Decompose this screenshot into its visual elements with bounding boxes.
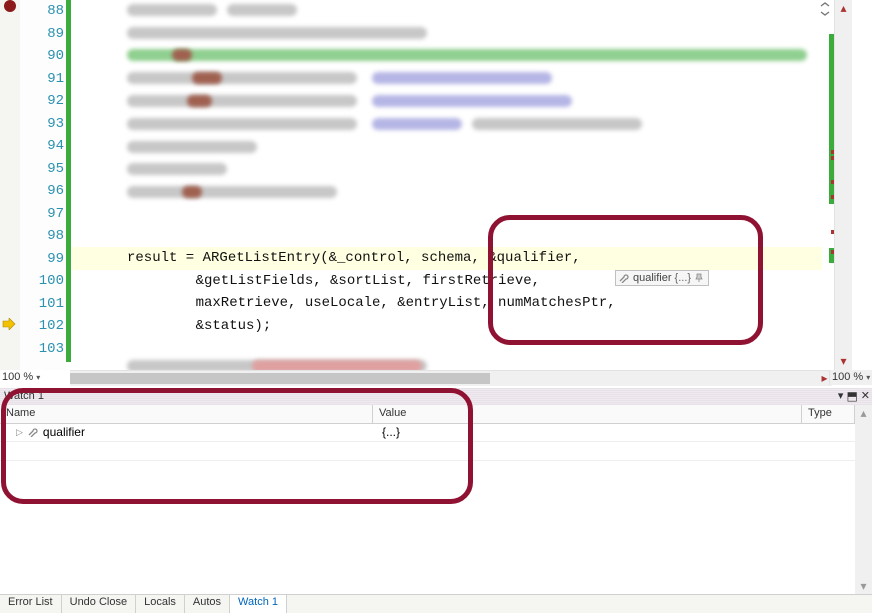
- watch-panel-title: Watch 1: [4, 390, 44, 402]
- tab-undo-close[interactable]: Undo Close: [62, 595, 136, 613]
- data-tip[interactable]: qualifier {...}: [615, 270, 709, 286]
- line-number: 92: [20, 90, 64, 113]
- tab-autos[interactable]: Autos: [185, 595, 230, 613]
- data-tip-name: qualifier: [633, 272, 672, 284]
- close-icon[interactable]: ✕: [861, 388, 870, 405]
- horizontal-scrollbar[interactable]: ◂ ▸: [70, 370, 832, 386]
- scroll-up-icon[interactable]: ▴: [835, 0, 852, 17]
- watch-name[interactable]: qualifier: [43, 425, 85, 439]
- line-number: 96: [20, 180, 64, 203]
- code-line[interactable]: maxRetrieve, useLocale, &entryList, numM…: [127, 292, 616, 315]
- blurred-code: [192, 72, 222, 84]
- code-editor[interactable]: 88 89 90 91 92 93 94 95 96 97 98 99 100 …: [0, 0, 872, 388]
- scrollbar-thumb[interactable]: [70, 373, 490, 384]
- code-text-area[interactable]: result = ARGetListEntry(&_control, schem…: [72, 0, 822, 370]
- blurred-code: [127, 163, 227, 175]
- wrench-icon: [618, 273, 630, 283]
- zoom-label: 100 %: [832, 370, 863, 385]
- blurred-code: [172, 49, 192, 61]
- bottom-tab-strip[interactable]: Error List Undo Close Locals Autos Watch…: [0, 594, 872, 613]
- blurred-code: [127, 4, 217, 16]
- blurred-code: [127, 141, 257, 153]
- line-number: 94: [20, 135, 64, 158]
- tab-error-list[interactable]: Error List: [0, 595, 62, 613]
- blurred-code: [127, 118, 357, 130]
- line-number: 99: [20, 248, 64, 271]
- wrench-icon: [27, 427, 39, 437]
- blurred-code: [127, 186, 337, 198]
- watch-value[interactable]: {...}: [376, 425, 815, 439]
- watch-row-empty[interactable]: [0, 442, 855, 461]
- pin-icon[interactable]: [694, 273, 704, 283]
- expand-icon[interactable]: ▷: [16, 427, 23, 438]
- line-number: 97: [20, 203, 64, 226]
- code-line[interactable]: &status);: [127, 315, 271, 338]
- code-line[interactable]: &getListFields, &sortList, firstRetrieve…: [127, 270, 540, 293]
- tab-watch-1[interactable]: Watch 1: [230, 595, 287, 613]
- watch-panel-title-bar[interactable]: Watch 1 ▾ ⬒ ✕: [0, 388, 872, 406]
- breakpoint-gutter[interactable]: [0, 0, 21, 370]
- line-number: 103: [20, 338, 64, 361]
- blurred-code: [127, 27, 427, 39]
- line-number: 100: [20, 270, 64, 293]
- blurred-code: [372, 72, 552, 84]
- pin-icon[interactable]: ⬒: [846, 388, 857, 405]
- code-line[interactable]: result = ARGetListEntry(&_control, schem…: [72, 247, 822, 270]
- line-number-gutter: 88 89 90 91 92 93 94 95 96 97 98 99 100 …: [20, 0, 66, 370]
- line-number: 95: [20, 158, 64, 181]
- watch-columns-header[interactable]: Name Value Type: [0, 405, 855, 424]
- line-number: 102: [20, 315, 64, 338]
- blurred-code: [372, 95, 572, 107]
- tab-locals[interactable]: Locals: [136, 595, 185, 613]
- line-number: 91: [20, 68, 64, 91]
- dropdown-icon[interactable]: ▾: [36, 370, 40, 385]
- blurred-code: [187, 95, 212, 107]
- column-header-name[interactable]: Name: [0, 405, 373, 423]
- scroll-down-icon[interactable]: ▾: [855, 578, 872, 595]
- blurred-code: [372, 118, 462, 130]
- blurred-code: [127, 72, 357, 84]
- column-header-value[interactable]: Value: [373, 405, 802, 423]
- zoom-label: 100 %: [2, 370, 33, 385]
- vertical-scrollbar[interactable]: ▴ ▾: [834, 0, 852, 370]
- line-number: 89: [20, 23, 64, 46]
- window-menu-icon[interactable]: ▾: [838, 388, 844, 405]
- watch-panel[interactable]: Watch 1 ▾ ⬒ ✕ Name Value Type ▷ qualifie…: [0, 388, 872, 595]
- watch-row[interactable]: ▷ qualifier {...}: [0, 423, 855, 442]
- scroll-down-icon[interactable]: ▾: [835, 353, 852, 370]
- breakpoint-icon[interactable]: [4, 0, 16, 12]
- column-header-type[interactable]: Type: [802, 405, 855, 423]
- line-number: 93: [20, 113, 64, 136]
- zoom-level-right[interactable]: 100 %▾: [829, 370, 872, 385]
- line-number: 98: [20, 225, 64, 248]
- data-tip-value: {...}: [675, 272, 692, 284]
- blurred-code: [227, 4, 297, 16]
- line-number: 90: [20, 45, 64, 68]
- blurred-code: [182, 186, 202, 198]
- watch-rows[interactable]: ▷ qualifier {...}: [0, 423, 855, 595]
- blurred-code: [472, 118, 642, 130]
- current-statement-arrow-icon: [2, 318, 16, 330]
- line-number: 88: [20, 0, 64, 23]
- line-number: 101: [20, 293, 64, 316]
- change-tracking-bar: [66, 0, 71, 362]
- blurred-code: [127, 95, 357, 107]
- zoom-level-left[interactable]: 100 %▾: [2, 370, 68, 385]
- watch-vertical-scrollbar[interactable]: ▴ ▾: [855, 405, 872, 595]
- dropdown-icon[interactable]: ▾: [866, 370, 870, 385]
- split-handle-icon[interactable]: [818, 2, 832, 16]
- scroll-up-icon[interactable]: ▴: [855, 405, 872, 422]
- blurred-code: [127, 49, 807, 61]
